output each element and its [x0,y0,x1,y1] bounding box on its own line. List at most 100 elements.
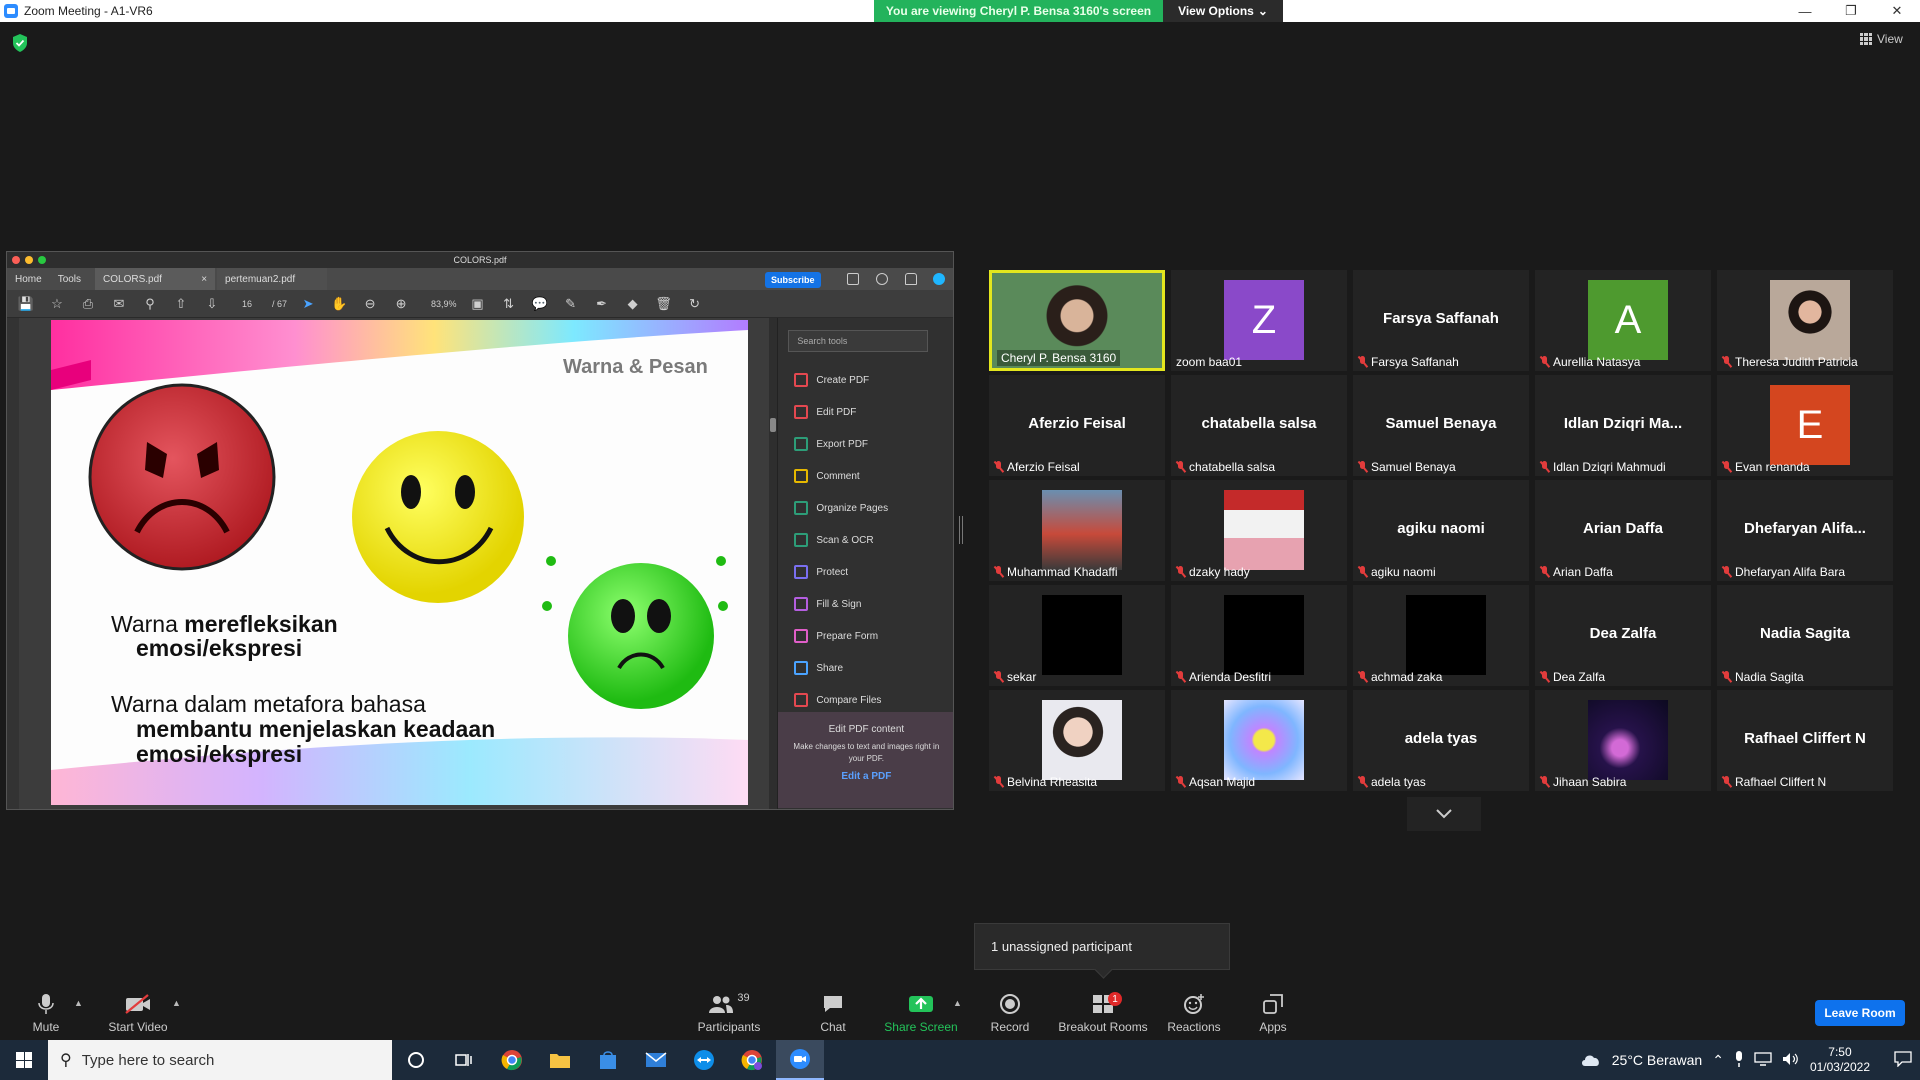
tool-item[interactable]: Edit PDF [794,396,888,428]
apps-button[interactable]: Apps [1258,992,1288,1034]
tool-item[interactable]: Comment [794,460,888,492]
comment-icon[interactable]: 💬 [529,294,551,314]
tool-item[interactable]: Share [794,652,888,684]
search-icon[interactable]: ⚲ [139,294,161,314]
gallery-view-button[interactable]: View [1860,32,1903,46]
chrome-profile-icon[interactable] [728,1040,776,1080]
participant-tile[interactable]: Farsya Saffanah Farsya Saffanah [1353,270,1529,371]
participant-tile[interactable]: A Aurellia Natasya [1535,270,1711,371]
cortana-icon[interactable] [392,1040,440,1080]
participant-tile[interactable]: Belvina Rheasita [989,690,1165,791]
tray-overflow-icon[interactable]: ⌃ [1712,1052,1724,1069]
clock[interactable]: 7:50 01/03/2022 [1810,1045,1870,1075]
page-down-icon[interactable]: ⇩ [201,294,223,314]
participant-tile[interactable]: Rafhael Cliffert N Rafhael Cliffert N [1717,690,1893,791]
audio-options-caret[interactable]: ▲ [74,998,83,1008]
account-avatar[interactable] [933,273,945,285]
tab-colors-pdf[interactable]: COLORS.pdf × [95,268,216,290]
share-cloud-icon[interactable] [847,273,859,285]
participant-tile[interactable]: chatabella salsa chatabella salsa [1171,375,1347,476]
tool-item[interactable]: Fill & Sign [794,588,888,620]
zoom-taskbar-icon[interactable] [776,1040,824,1080]
close-tab-icon[interactable]: × [201,274,207,285]
tab-pertemuan2-pdf[interactable]: pertemuan2.pdf [217,268,328,290]
page-up-icon[interactable]: ⇧ [170,294,192,314]
zoom-level[interactable]: 83,9% [431,299,457,309]
menu-tools[interactable]: Tools [50,268,89,290]
gallery-next-page-button[interactable] [1407,797,1481,831]
scroll-mode-icon[interactable]: ⇅ [498,294,520,314]
panel-resize-handle[interactable] [959,516,963,544]
teamviewer-icon[interactable] [680,1040,728,1080]
reactions-button[interactable]: Reactions [1166,992,1222,1034]
start-video-button[interactable]: Start Video [106,992,170,1034]
tool-item[interactable]: Organize Pages [794,492,888,524]
participant-tile[interactable]: dzaky hady [1171,480,1347,581]
participant-tile[interactable]: adela tyas adela tyas [1353,690,1529,791]
participant-tile[interactable]: Cheryl P. Bensa 3160 [989,270,1165,371]
file-explorer-icon[interactable] [536,1040,584,1080]
participant-tile[interactable]: Dea Zalfa Dea Zalfa [1535,585,1711,686]
trash-icon[interactable]: 🗑 [653,294,675,314]
network-icon[interactable] [1754,1051,1772,1069]
participant-tile[interactable]: Arian Daffa Arian Daffa [1535,480,1711,581]
scroll-thumb[interactable] [770,418,777,432]
document-viewport[interactable]: Warna & Pesan Warna merefleksikan emosi/… [18,318,778,809]
participant-tile[interactable]: sekar [989,585,1165,686]
encryption-shield-icon[interactable] [12,34,28,52]
participant-tile[interactable]: Aqsan Majid [1171,690,1347,791]
tool-item[interactable]: Export PDF [794,428,888,460]
participants-button[interactable]: 39 Participants [694,992,764,1034]
help-icon[interactable] [876,273,888,285]
participant-tile[interactable]: Samuel Benaya Samuel Benaya [1353,375,1529,476]
sign-icon[interactable]: ✒ [591,294,613,314]
mute-button[interactable]: Mute [28,992,64,1034]
minimize-button[interactable]: — [1782,0,1828,22]
participant-tile[interactable]: E Evan renanda [1717,375,1893,476]
participant-tile[interactable]: Muhammad Khadaffi [989,480,1165,581]
task-view-icon[interactable] [440,1040,488,1080]
restore-button[interactable]: ❐ [1828,0,1874,22]
zoom-in-icon[interactable]: ⊕ [390,294,412,314]
chat-button[interactable]: Chat [816,992,850,1034]
participant-tile[interactable]: agiku naomi agiku naomi [1353,480,1529,581]
participant-tile[interactable]: Idlan Dziqri Ma... Idlan Dziqri Mahmudi [1535,375,1711,476]
subscribe-button[interactable]: Subscribe [765,272,821,288]
participant-tile[interactable]: Arienda Desfitri [1171,585,1347,686]
notifications-icon[interactable] [1894,1050,1912,1070]
chrome-icon[interactable] [488,1040,536,1080]
volume-icon[interactable] [1782,1052,1800,1069]
taskbar-search-input[interactable]: ⚲ Type here to search [48,1040,392,1080]
tool-item[interactable]: Protect [794,556,888,588]
microphone-tray-icon[interactable] [1734,1050,1744,1070]
share-screen-button[interactable]: Share Screen [882,992,960,1034]
rotate-icon[interactable]: ↻ [684,294,706,314]
video-options-caret[interactable]: ▲ [172,998,181,1008]
view-options-button[interactable]: View Options ⌄ [1163,0,1283,22]
tool-item[interactable]: Create PDF [794,364,888,396]
tool-item[interactable]: Prepare Form [794,620,888,652]
zoom-out-icon[interactable]: ⊖ [359,294,381,314]
participant-tile[interactable]: Jihaan Sabira [1535,690,1711,791]
unassigned-participant-tooltip[interactable]: 1 unassigned participant [974,923,1230,970]
search-tools-input[interactable]: Search tools [788,330,929,352]
start-button[interactable] [0,1040,48,1080]
participant-tile[interactable]: achmad zaka [1353,585,1529,686]
leave-room-button[interactable]: Leave Room [1815,1000,1905,1026]
bell-icon[interactable] [905,273,917,285]
tool-item[interactable]: Scan & OCR [794,524,888,556]
star-icon[interactable]: ☆ [46,294,68,314]
breakout-rooms-button[interactable]: 1 Breakout Rooms [1058,992,1148,1034]
save-icon[interactable]: 💾 [15,294,37,314]
page-current[interactable]: 16 [242,299,252,309]
fit-page-icon[interactable]: ▣ [467,294,489,314]
left-panel-toggle[interactable] [7,318,19,809]
document-scrollbar[interactable] [769,318,778,809]
print-icon[interactable]: ⎙ [77,294,99,314]
tag-icon[interactable]: ◆ [622,294,644,314]
close-button[interactable]: ✕ [1874,0,1920,22]
select-cursor-icon[interactable]: ➤ [297,294,319,314]
hand-icon[interactable]: ✋ [328,294,350,314]
mail-icon[interactable] [632,1040,680,1080]
participant-tile[interactable]: Nadia Sagita Nadia Sagita [1717,585,1893,686]
